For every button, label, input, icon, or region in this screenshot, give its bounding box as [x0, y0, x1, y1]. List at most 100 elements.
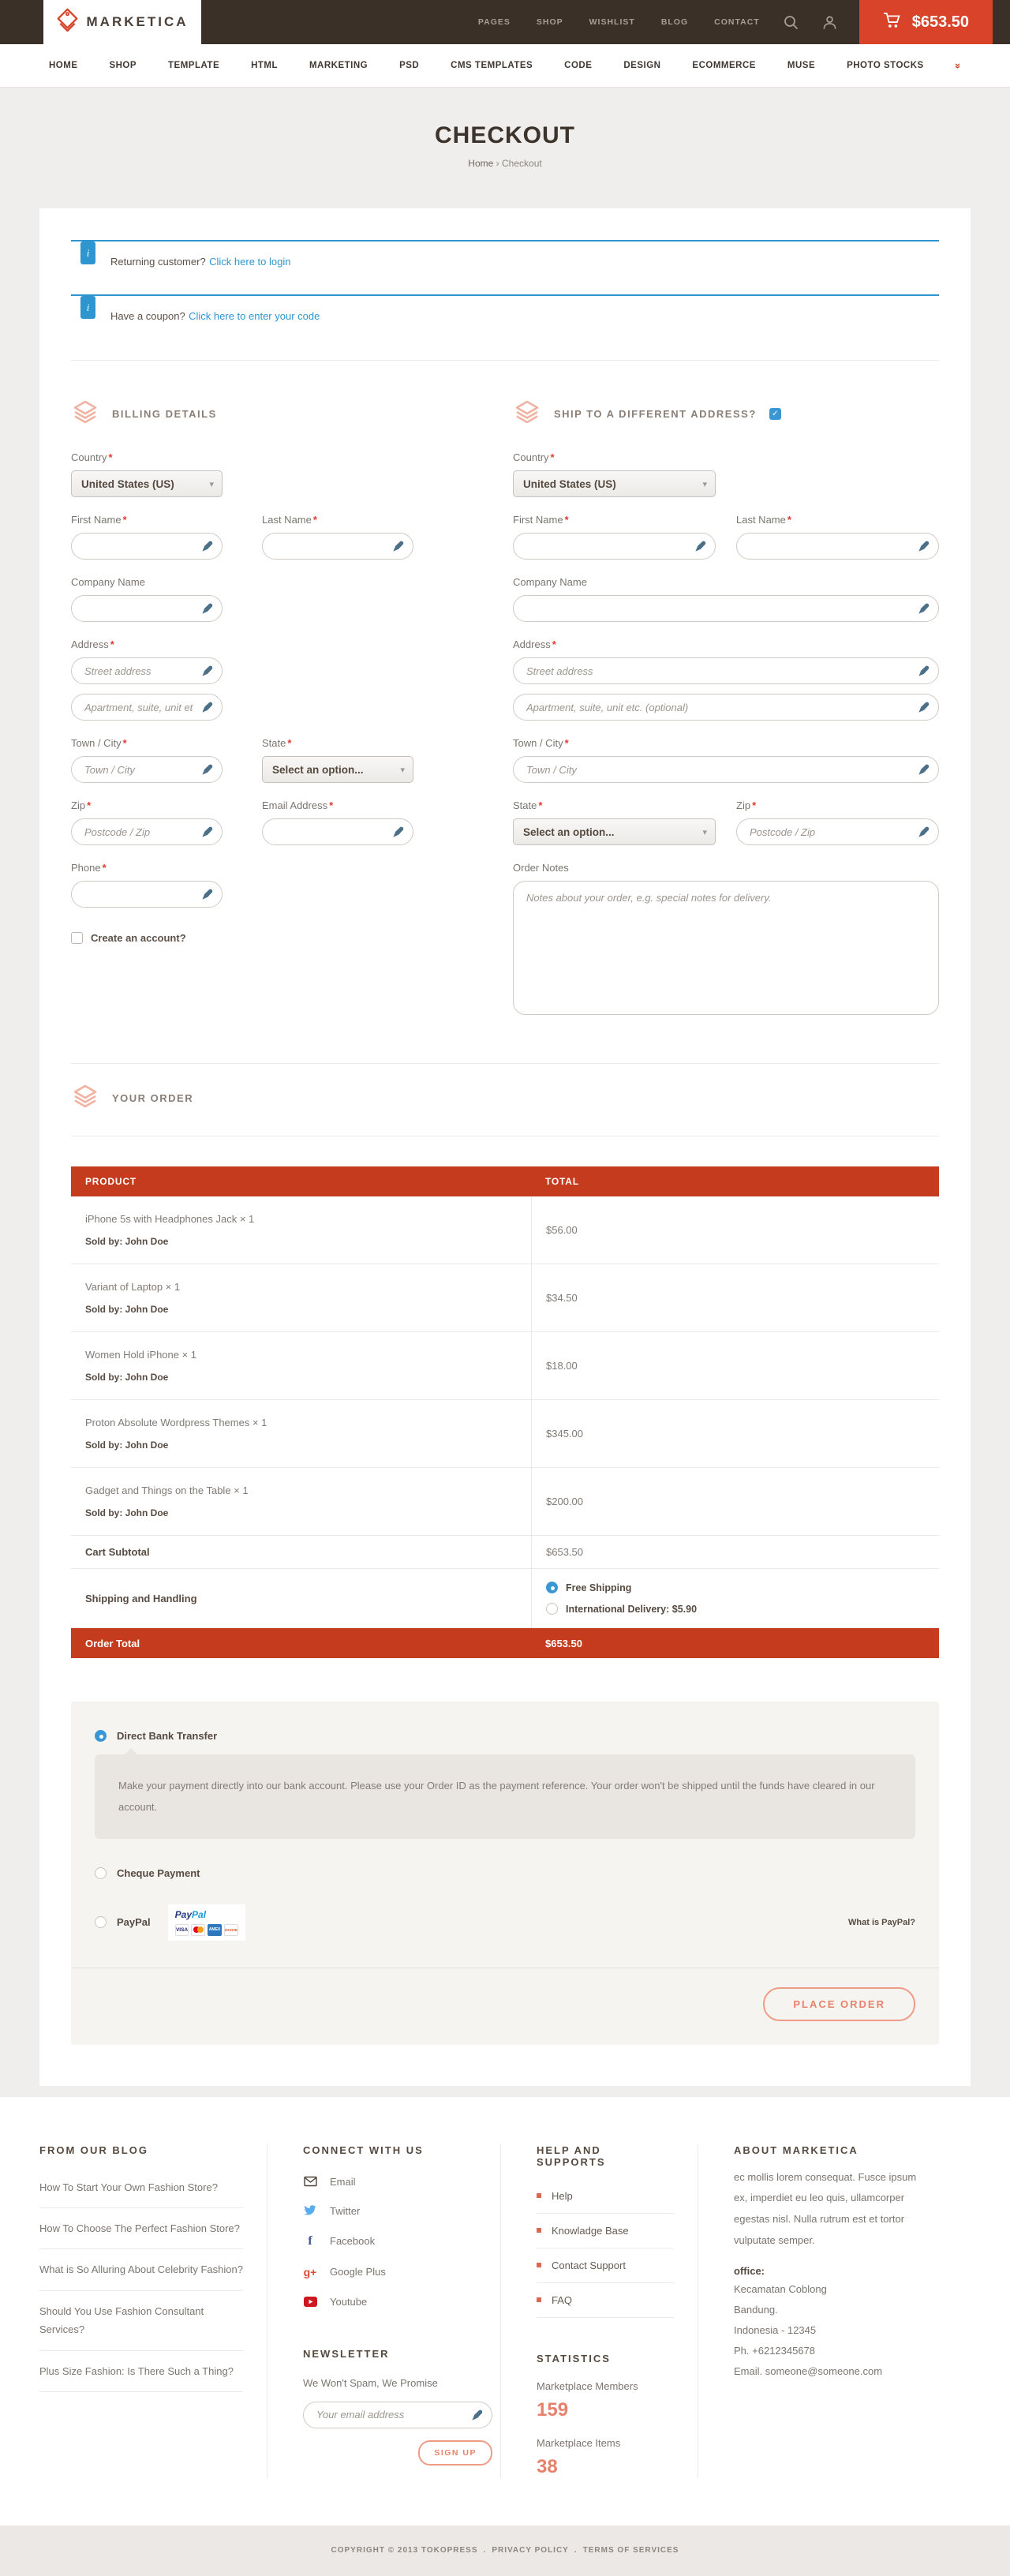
billing-state-select[interactable]: Select an option... ▾: [262, 756, 413, 783]
knowledge-base-link[interactable]: Knowladge Base: [537, 2214, 674, 2248]
billing-town-input[interactable]: [72, 757, 222, 782]
what-is-paypal-link[interactable]: What is PayPal?: [848, 1918, 915, 1927]
shipping-state-select[interactable]: Select an option... ▾: [513, 818, 716, 845]
footer-connect-column: CONNECT WITH US Email Twitter f Facebook…: [267, 2144, 500, 2478]
billing-phone-field: Phone*: [71, 862, 223, 908]
faq-link[interactable]: FAQ: [537, 2283, 674, 2318]
nav-item-muse[interactable]: MUSE: [787, 61, 815, 70]
contact-support-link[interactable]: Contact Support: [537, 2248, 674, 2283]
blog-post-link[interactable]: What is So Alluring About Celebrity Fash…: [39, 2249, 243, 2290]
billing-address2-input[interactable]: [72, 695, 222, 720]
nav-item-ecommerce[interactable]: ECOMMERCE: [692, 61, 756, 70]
tag-logo-icon: [57, 8, 78, 36]
top-menu-item-wishlist[interactable]: WISHLIST: [589, 17, 635, 27]
shipping-address1-input[interactable]: [514, 658, 938, 683]
brand-logo[interactable]: MARKETICA: [43, 0, 201, 44]
billing-zip-label: Zip*: [71, 799, 223, 811]
top-menu-item-blog[interactable]: BLOG: [661, 17, 688, 27]
order-total-row: Order Total $653.50: [71, 1628, 939, 1658]
connect-google-plus-link[interactable]: g+ Google Plus: [303, 2257, 477, 2287]
shipping-company-label: Company Name: [513, 576, 939, 588]
sign-up-button[interactable]: SIGN UP: [418, 2440, 492, 2466]
mastercard-icon: [191, 1924, 205, 1936]
billing-email-input[interactable]: [263, 819, 413, 844]
privacy-policy-link[interactable]: PRIVACY POLICY: [492, 2546, 569, 2555]
place-order-button[interactable]: PLACE ORDER: [763, 1987, 915, 2021]
billing-last-name-input[interactable]: [263, 534, 413, 559]
product-seller: Sold by: John Doe: [85, 1372, 517, 1383]
billing-phone-input[interactable]: [72, 882, 222, 907]
blog-post-link[interactable]: Should You Use Fashion Consultant Servic…: [39, 2291, 243, 2351]
order-notes-textarea[interactable]: [513, 881, 939, 1015]
nav-item-cms-templates[interactable]: CMS TEMPLATES: [451, 61, 533, 70]
bank-transfer-radio[interactable]: [95, 1730, 107, 1742]
nav-item-html[interactable]: HTML: [251, 61, 278, 70]
nav-item-psd[interactable]: PSD: [399, 61, 419, 70]
help-link[interactable]: Help: [537, 2179, 674, 2214]
order-title: YOUR ORDER: [112, 1092, 193, 1104]
newsletter-note: We Won't Spam, We Promise: [303, 2377, 477, 2389]
table-row: Women Hold iPhone × 1 Sold by: John Doe …: [71, 1332, 939, 1400]
ship-different-checkbox[interactable]: ✓: [769, 408, 781, 420]
blog-post-link[interactable]: Plus Size Fashion: Is There Such a Thing…: [39, 2351, 243, 2392]
billing-company-input[interactable]: [72, 596, 222, 621]
newsletter-email-input[interactable]: [304, 2402, 492, 2428]
bank-transfer-description: Make your payment directly into our bank…: [95, 1754, 915, 1839]
top-menu-item-pages[interactable]: PAGES: [478, 17, 511, 27]
top-menu-item-shop[interactable]: SHOP: [537, 17, 563, 27]
billing-country-select[interactable]: United States (US) ▾: [71, 470, 223, 497]
top-menu-item-contact[interactable]: CONTACT: [714, 17, 760, 27]
nav-item-design[interactable]: DESIGN: [623, 61, 660, 70]
free-shipping-label: Free Shipping: [566, 1582, 631, 1593]
shipping-first-name-label: First Name*: [513, 514, 716, 526]
create-account-checkbox[interactable]: [71, 932, 83, 944]
nav-item-photo-stocks[interactable]: PHOTO STOCKS: [847, 61, 924, 70]
cart-button[interactable]: $653.50: [859, 0, 993, 44]
nav-item-code[interactable]: CODE: [564, 61, 592, 70]
billing-zip-input[interactable]: [72, 819, 222, 844]
connect-twitter-link[interactable]: Twitter: [303, 2196, 477, 2226]
paypal-radio[interactable]: [95, 1916, 107, 1928]
shipping-town-input[interactable]: [514, 757, 938, 782]
nav-item-shop[interactable]: SHOP: [109, 61, 137, 70]
shipping-last-name-input[interactable]: [737, 534, 938, 559]
nav-item-home[interactable]: HOME: [49, 61, 78, 70]
cart-icon: [883, 12, 902, 33]
login-notice-text: Returning customer?: [110, 256, 206, 268]
billing-first-name-input[interactable]: [72, 534, 222, 559]
newsletter-section: NEWSLETTER We Won't Spam, We Promise SIG…: [303, 2348, 477, 2466]
terms-of-services-link[interactable]: TERMS OF SERVICES: [583, 2546, 679, 2555]
shipping-country-select[interactable]: United States (US) ▾: [513, 470, 716, 497]
section-divider: [71, 1063, 939, 1064]
blog-post-link[interactable]: How To Start Your Own Fashion Store?: [39, 2167, 243, 2208]
billing-phone-label: Phone*: [71, 862, 223, 874]
connect-facebook-link[interactable]: f Facebook: [303, 2226, 477, 2257]
free-shipping-radio[interactable]: [546, 1582, 558, 1593]
nav-item-template[interactable]: TEMPLATE: [168, 61, 219, 70]
shipping-address2-input[interactable]: [514, 695, 938, 720]
billing-address1-input[interactable]: [72, 658, 222, 683]
coupon-link[interactable]: Click here to enter your code: [189, 310, 320, 322]
blog-post-link[interactable]: How To Choose The Perfect Fashion Store?: [39, 2208, 243, 2249]
page-title: CHECKOUT: [0, 122, 1010, 149]
chevron-double-down-icon[interactable]: »: [952, 62, 964, 68]
breadcrumb-home-link[interactable]: Home: [468, 158, 493, 169]
payment-method-cheque: Cheque Payment: [95, 1867, 915, 1879]
cheque-radio[interactable]: [95, 1867, 107, 1879]
shipping-first-name-input[interactable]: [514, 534, 715, 559]
connect-email-link[interactable]: Email: [303, 2167, 477, 2196]
copyright-text: COPYRIGHT © 2013 TOKOPRESS: [331, 2546, 478, 2555]
payment-method-paypal: PayPal PayPal VISA AMEX DISCOVER What is…: [95, 1904, 915, 1941]
about-text: ec mollis lorem consequat. Fusce ipsum e…: [734, 2167, 931, 2252]
shipping-title: SHIP TO A DIFFERENT ADDRESS?: [554, 408, 757, 420]
shipping-company-input[interactable]: [514, 596, 938, 621]
table-row: Proton Absolute Wordpress Themes × 1 Sol…: [71, 1400, 939, 1468]
footer-help-title: HELP AND SUPPORTS: [537, 2144, 674, 2168]
shipping-zip-input[interactable]: [737, 819, 938, 844]
connect-youtube-link[interactable]: Youtube: [303, 2287, 477, 2316]
login-link[interactable]: Click here to login: [209, 256, 290, 268]
user-icon[interactable]: [822, 15, 837, 30]
international-delivery-radio[interactable]: [546, 1603, 558, 1615]
nav-item-marketing[interactable]: MARKETING: [309, 61, 368, 70]
search-icon[interactable]: [784, 15, 799, 30]
